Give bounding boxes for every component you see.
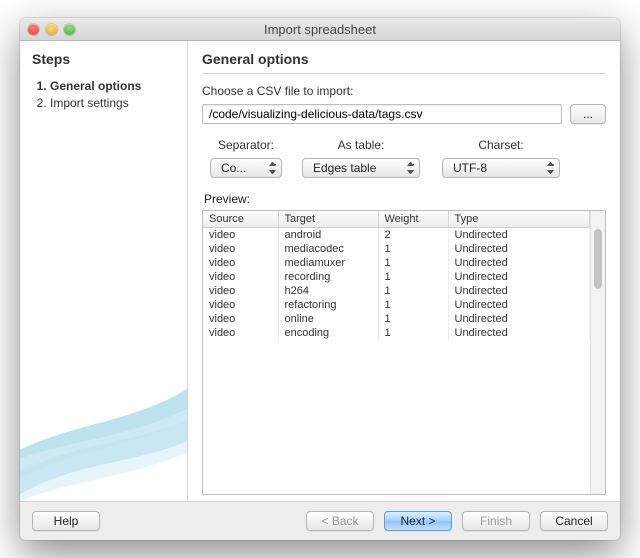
- table-row[interactable]: videomediacodec1Undirected: [203, 242, 590, 256]
- traffic-lights: [28, 24, 75, 35]
- table-cell: Undirected: [448, 256, 590, 270]
- close-icon[interactable]: [28, 24, 39, 35]
- as-table-label: As table:: [338, 138, 385, 152]
- table-row[interactable]: videoencoding1Undirected: [203, 326, 590, 340]
- as-table-select[interactable]: Edges table: [302, 158, 420, 178]
- window-title: Import spreadsheet: [20, 22, 620, 37]
- panel-heading: General options: [202, 51, 606, 67]
- titlebar: Import spreadsheet: [20, 18, 620, 41]
- step-import-settings: Import settings: [50, 96, 175, 110]
- table-cell: Undirected: [448, 312, 590, 326]
- separator-value: Co...: [221, 161, 246, 175]
- table-cell: mediamuxer: [278, 256, 378, 270]
- table-cell: Undirected: [448, 228, 590, 243]
- table-cell: Undirected: [448, 298, 590, 312]
- table-cell: 1: [378, 284, 448, 298]
- table-cell: Undirected: [448, 284, 590, 298]
- col-source[interactable]: Source: [203, 211, 278, 228]
- steps-heading: Steps: [32, 51, 175, 67]
- scrollbar-thumb[interactable]: [594, 229, 602, 289]
- table-cell: 1: [378, 298, 448, 312]
- table-cell: 1: [378, 242, 448, 256]
- separator-select[interactable]: Co...: [210, 158, 282, 178]
- table-cell: video: [203, 270, 278, 284]
- table-cell: Undirected: [448, 242, 590, 256]
- wizard-footer: Help < Back Next > Finish Cancel: [20, 501, 620, 540]
- cancel-button[interactable]: Cancel: [540, 511, 608, 531]
- table-row[interactable]: videoh2641Undirected: [203, 284, 590, 298]
- next-button[interactable]: Next >: [384, 511, 452, 531]
- file-path-input[interactable]: [202, 104, 562, 124]
- preview-table-container: Source Target Weight Type videoandroid2U…: [202, 210, 606, 495]
- decorative-swoosh-icon: [20, 301, 188, 501]
- finish-button[interactable]: Finish: [462, 511, 530, 531]
- table-cell: encoding: [278, 326, 378, 340]
- preview-scrollbar[interactable]: [590, 211, 605, 494]
- table-cell: 2: [378, 228, 448, 243]
- file-label: Choose a CSV file to import:: [202, 84, 606, 98]
- browse-button[interactable]: ...: [570, 104, 606, 124]
- table-cell: video: [203, 284, 278, 298]
- table-row[interactable]: videoandroid2Undirected: [203, 228, 590, 243]
- col-weight[interactable]: Weight: [378, 211, 448, 228]
- table-cell: online: [278, 312, 378, 326]
- divider: [202, 73, 606, 74]
- table-cell: android: [278, 228, 378, 243]
- table-cell: 1: [378, 326, 448, 340]
- table-row[interactable]: videoonline1Undirected: [203, 312, 590, 326]
- table-cell: h264: [278, 284, 378, 298]
- table-cell: video: [203, 312, 278, 326]
- table-row[interactable]: videorecording1Undirected: [203, 270, 590, 284]
- minimize-icon[interactable]: [46, 24, 57, 35]
- charset-label: Charset:: [478, 138, 523, 152]
- table-cell: Undirected: [448, 270, 590, 284]
- back-button[interactable]: < Back: [306, 511, 374, 531]
- as-table-value: Edges table: [313, 161, 376, 175]
- charset-value: UTF-8: [453, 161, 487, 175]
- table-cell: 1: [378, 312, 448, 326]
- table-cell: 1: [378, 270, 448, 284]
- table-cell: video: [203, 256, 278, 270]
- table-cell: video: [203, 298, 278, 312]
- table-cell: video: [203, 242, 278, 256]
- zoom-icon[interactable]: [64, 24, 75, 35]
- table-cell: video: [203, 326, 278, 340]
- preview-table: Source Target Weight Type videoandroid2U…: [203, 211, 590, 340]
- table-cell: mediacodec: [278, 242, 378, 256]
- steps-sidebar: Steps General options Import settings: [20, 41, 188, 501]
- preview-label: Preview:: [202, 192, 606, 206]
- col-target[interactable]: Target: [278, 211, 378, 228]
- separator-label: Separator:: [218, 138, 274, 152]
- help-button[interactable]: Help: [32, 511, 100, 531]
- general-options-panel: General options Choose a CSV file to imp…: [188, 41, 620, 501]
- table-row[interactable]: videorefactoring1Undirected: [203, 298, 590, 312]
- table-cell: Undirected: [448, 326, 590, 340]
- table-cell: video: [203, 228, 278, 243]
- table-cell: 1: [378, 256, 448, 270]
- table-cell: recording: [278, 270, 378, 284]
- wizard-window: Import spreadsheet Steps General options…: [20, 18, 620, 540]
- table-row[interactable]: videomediamuxer1Undirected: [203, 256, 590, 270]
- col-type[interactable]: Type: [448, 211, 590, 228]
- table-cell: refactoring: [278, 298, 378, 312]
- charset-select[interactable]: UTF-8: [442, 158, 560, 178]
- step-general-options: General options: [50, 79, 175, 93]
